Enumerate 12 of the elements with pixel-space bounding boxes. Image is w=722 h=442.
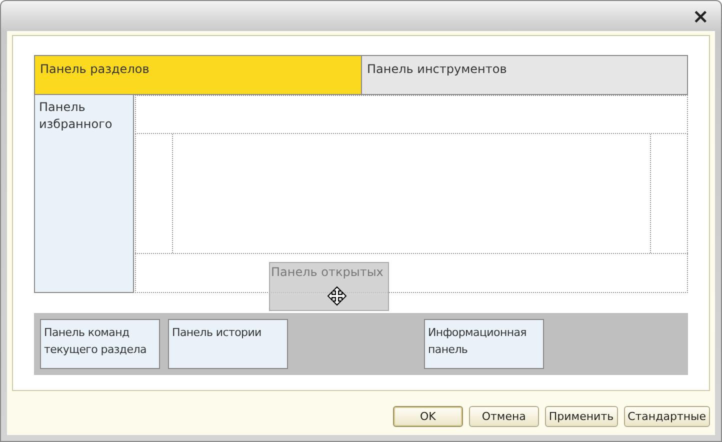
dialog-button[interactable]: Стандартные [624, 406, 710, 426]
sections-panel[interactable]: Панель разделов [35, 56, 362, 94]
favorites-panel[interactable]: Панель избранного [34, 95, 134, 293]
bottom-panel[interactable]: Информационная панель [424, 319, 544, 369]
bottom-panel[interactable]: Панель команд текущего раздела [40, 319, 160, 369]
move-cursor-icon [327, 286, 347, 306]
dialog-button[interactable]: Применить [544, 406, 618, 426]
dialog-button[interactable]: OK [392, 406, 463, 426]
close-button[interactable]: × [688, 6, 713, 26]
tools-panel[interactable]: Панель инструментов [362, 56, 687, 94]
bottom-panel[interactable]: Панель истории [168, 319, 288, 369]
dialog-button[interactable]: Отмена [468, 406, 539, 426]
